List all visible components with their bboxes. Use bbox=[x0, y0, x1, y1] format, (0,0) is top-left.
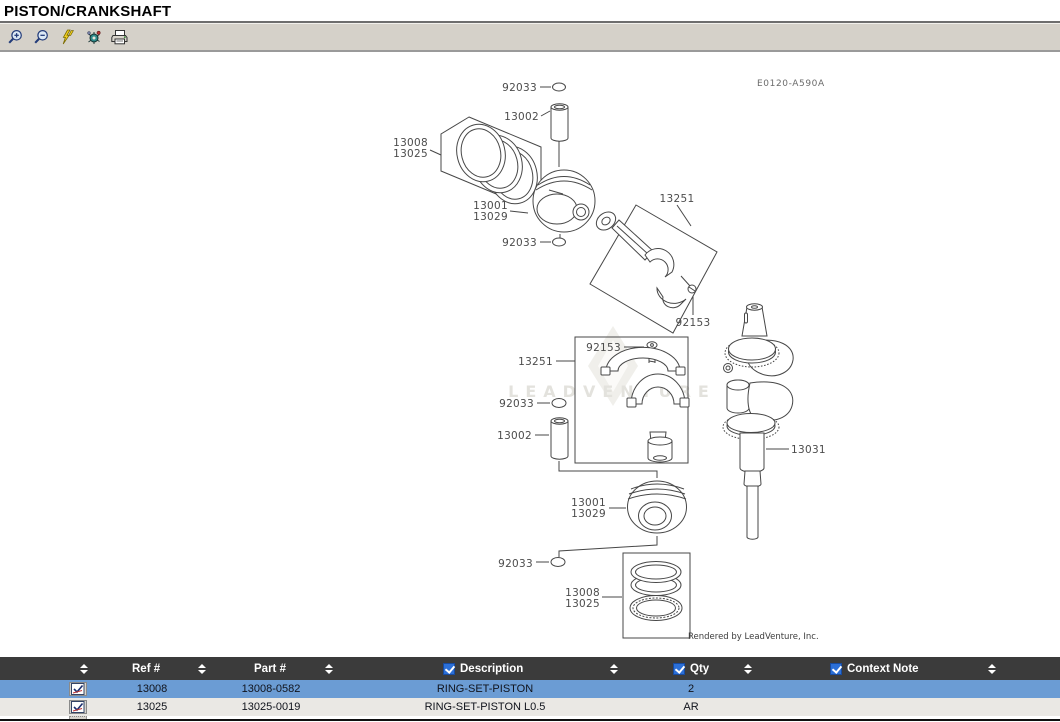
table-row[interactable]: 13025 13025-0019 RING-SET-PISTON L0.5 AR bbox=[0, 698, 1060, 716]
page-title: PISTON/CRANKSHAFT bbox=[0, 0, 1060, 20]
column-label: Ref # bbox=[132, 663, 160, 675]
part-label[interactable]: 92153 bbox=[586, 342, 621, 354]
part-cell: 13025-0019 bbox=[220, 698, 350, 716]
part-label[interactable]: 13002 bbox=[504, 111, 539, 123]
context-note-cell bbox=[770, 698, 1060, 716]
part-label[interactable]: 92033 bbox=[502, 237, 537, 249]
ring-set-top bbox=[451, 119, 544, 209]
sort-arrows-icon bbox=[198, 664, 206, 674]
description-cell: RING-SET-PISTON bbox=[350, 680, 640, 698]
qty-cell: AR bbox=[640, 698, 770, 716]
hotspot-button[interactable] bbox=[84, 29, 103, 46]
parts-table: Ref # Part # Description Qty Context Not… bbox=[0, 657, 1060, 721]
part-label[interactable]: 92033 bbox=[499, 398, 534, 410]
ref-cell: 13008 bbox=[110, 680, 220, 698]
zoom-in-icon bbox=[7, 29, 24, 45]
part-label[interactable]: 13029 bbox=[473, 211, 508, 223]
zoom-out-button[interactable] bbox=[32, 29, 51, 46]
diagram-code: E0120-A590A bbox=[757, 79, 825, 89]
ring-set-bottom bbox=[630, 562, 682, 621]
column-header-part[interactable]: Part # bbox=[220, 657, 350, 680]
part-cell: 13008-0582 bbox=[220, 680, 350, 698]
zoom-out-icon bbox=[33, 29, 50, 45]
lightning-icon bbox=[59, 29, 76, 45]
part-label[interactable]: 92153 bbox=[676, 317, 711, 329]
diagram-toolbar bbox=[0, 23, 1060, 52]
column-header-context-note[interactable]: Context Note bbox=[770, 657, 1060, 680]
row-edit-checkbox-icon[interactable] bbox=[69, 682, 87, 696]
qty-cell: 2 bbox=[640, 680, 770, 698]
part-label[interactable]: 13002 bbox=[497, 430, 532, 442]
rendered-by-credit: Rendered by LeadVenture, Inc. bbox=[688, 632, 819, 642]
sort-arrows-icon bbox=[988, 664, 996, 674]
connecting-rod-angled bbox=[593, 208, 696, 308]
crankshaft bbox=[723, 304, 793, 539]
piston-pin-mid bbox=[551, 418, 568, 459]
piston-bottom bbox=[628, 481, 687, 533]
table-bottom-border bbox=[0, 719, 1060, 721]
part-label[interactable]: 13031 bbox=[791, 444, 826, 456]
description-cell: RING-SET-PISTON L0.5 bbox=[350, 698, 640, 716]
column-header-description[interactable]: Description bbox=[350, 657, 640, 680]
sort-arrows-icon bbox=[744, 664, 752, 674]
row-select-cell bbox=[0, 698, 110, 716]
piston-pin-top bbox=[551, 104, 568, 141]
column-checkbox[interactable] bbox=[443, 663, 455, 675]
column-label: Part # bbox=[254, 663, 286, 675]
part-label[interactable]: 92033 bbox=[498, 558, 533, 570]
zoom-in-button[interactable] bbox=[6, 29, 25, 46]
parts-viewer-window: PISTON/CRANKSHAFT bbox=[0, 0, 1060, 722]
row-edit-checkbox-icon bbox=[69, 716, 87, 719]
table-row[interactable]: 13008 13008-0582 RING-SET-PISTON 2 bbox=[0, 680, 1060, 698]
sort-arrows-icon bbox=[325, 664, 333, 674]
part-label[interactable]: 92033 bbox=[502, 82, 537, 94]
column-label: Qty bbox=[690, 663, 709, 675]
part-label[interactable]: 13029 bbox=[571, 508, 606, 520]
part-label[interactable]: 13025 bbox=[565, 598, 600, 610]
partial-next-row bbox=[0, 716, 1060, 719]
part-label[interactable]: 13251 bbox=[518, 356, 553, 368]
column-checkbox[interactable] bbox=[830, 663, 842, 675]
part-label[interactable]: 13251 bbox=[660, 193, 695, 205]
part-label[interactable]: 13025 bbox=[393, 148, 428, 160]
row-edit-checkbox-icon[interactable] bbox=[69, 700, 87, 714]
column-label: Description bbox=[460, 663, 523, 675]
sort-arrows-icon bbox=[610, 664, 618, 674]
piston-top bbox=[533, 170, 595, 232]
print-icon bbox=[111, 29, 129, 45]
context-note-cell bbox=[770, 680, 1060, 698]
column-header-select[interactable] bbox=[0, 657, 110, 680]
column-header-ref[interactable]: Ref # bbox=[110, 657, 220, 680]
row-select-cell bbox=[0, 680, 110, 698]
print-button[interactable] bbox=[110, 29, 129, 46]
ref-cell: 13025 bbox=[110, 698, 220, 716]
column-header-qty[interactable]: Qty bbox=[640, 657, 770, 680]
hotspot-icon bbox=[85, 29, 103, 45]
parts-diagram: LEADVENTURE bbox=[0, 0, 1060, 722]
column-label: Context Note bbox=[847, 663, 919, 675]
column-checkbox[interactable] bbox=[673, 663, 685, 675]
table-header: Ref # Part # Description Qty Context Not… bbox=[0, 657, 1060, 680]
lightning-button[interactable] bbox=[58, 29, 77, 46]
sort-arrows-icon bbox=[80, 664, 88, 674]
title-bar: PISTON/CRANKSHAFT bbox=[0, 0, 1060, 21]
